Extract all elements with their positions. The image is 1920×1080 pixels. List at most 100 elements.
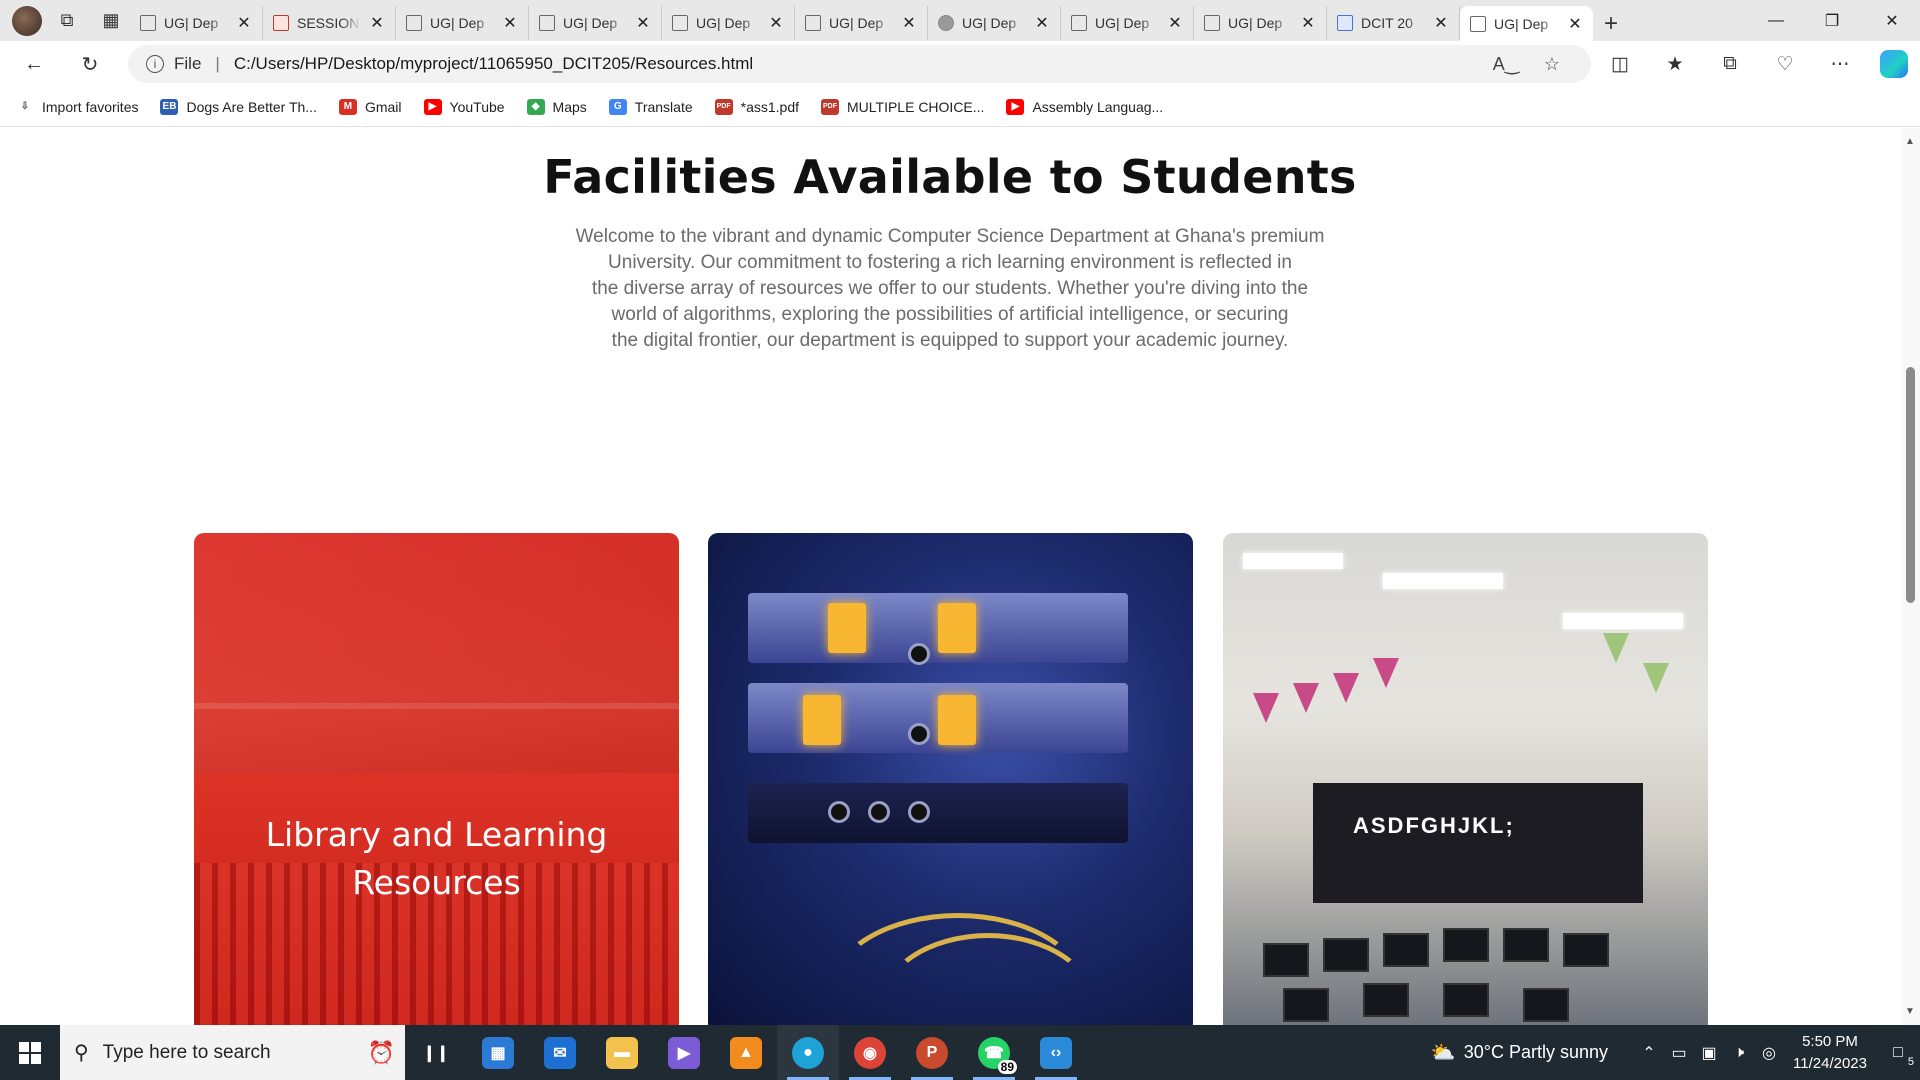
lab-monitor xyxy=(1263,943,1309,977)
minimize-button[interactable]: — xyxy=(1748,0,1804,41)
new-tab-button[interactable]: + xyxy=(1593,7,1629,41)
library-card[interactable]: Library and Learning Resources xyxy=(194,533,679,1025)
close-tab-icon[interactable]: ✕ xyxy=(236,13,252,33)
taskbar-app[interactable]: ❙❙ xyxy=(405,1025,467,1080)
close-tab-icon[interactable]: ✕ xyxy=(901,13,917,33)
url-text[interactable]: C:/Users/HP/Desktop/myproject/11065950_D… xyxy=(234,54,753,74)
favorite-item[interactable]: M Gmail xyxy=(338,98,402,115)
file-explorer-icon: ▬ xyxy=(606,1036,638,1069)
browser-tab[interactable]: DCIT 20 ✕ xyxy=(1327,6,1460,40)
scheme-label: File xyxy=(174,54,202,73)
close-tab-icon[interactable]: ✕ xyxy=(768,13,784,33)
favorite-item[interactable]: ▶ YouTube xyxy=(423,98,505,115)
taskbar-app[interactable]: ✉ xyxy=(529,1025,591,1080)
network-equipment-card[interactable] xyxy=(708,533,1193,1025)
more-menu-icon[interactable]: ⋯ xyxy=(1820,46,1860,82)
back-button[interactable]: ← xyxy=(14,46,54,82)
start-button[interactable] xyxy=(0,1025,60,1080)
meet-now-icon[interactable]: ▣ xyxy=(1694,1043,1724,1063)
taskbar-app[interactable]: P xyxy=(901,1025,963,1080)
browser-tab[interactable]: UG| Dep ✕ xyxy=(662,6,795,40)
profile-avatar[interactable] xyxy=(12,5,42,36)
close-tab-icon[interactable]: ✕ xyxy=(1034,13,1050,33)
address-bar[interactable]: i File | C:/Users/HP/Desktop/myproject/1… xyxy=(128,45,1591,83)
browser-tab[interactable]: UG| Dep ✕ xyxy=(928,6,1061,40)
browser-tab[interactable]: UG| Dep ✕ xyxy=(1460,6,1593,41)
computer-lab-card[interactable]: ASDFGHJKL; xyxy=(1223,533,1708,1025)
clipchamp-icon: ▶ xyxy=(668,1036,700,1069)
collections-icon[interactable]: ⧉ xyxy=(1710,46,1750,82)
restore-button[interactable]: ❐ xyxy=(1804,0,1860,41)
refresh-button[interactable]: ↻ xyxy=(70,46,110,82)
browser-tab[interactable]: UG| Dep ✕ xyxy=(795,6,928,40)
tab-actions-icon[interactable]: ▦ xyxy=(92,5,130,37)
scroll-down-arrow[interactable]: ▼ xyxy=(1905,1006,1915,1017)
browser-tab[interactable]: UG| Dep ✕ xyxy=(529,6,662,40)
intro-paragraph: Welcome to the vibrant and dynamic Compu… xyxy=(550,224,1350,354)
volume-icon[interactable]: 🕨 xyxy=(1724,1044,1754,1062)
copilot-button[interactable] xyxy=(1874,46,1914,82)
info-icon[interactable]: i xyxy=(146,55,164,73)
intro-line: University. Our commitment to fostering … xyxy=(608,252,1292,273)
favorite-item[interactable]: PDF MULTIPLE CHOICE... xyxy=(821,98,984,115)
tab-title: UG| Dep xyxy=(1095,15,1150,31)
taskbar-search-box[interactable]: ⚲ Type here to search ⏰ xyxy=(60,1025,405,1080)
taskbar-app[interactable]: ▦ xyxy=(467,1025,529,1080)
pennant-flag xyxy=(1293,683,1319,713)
address-separator: | xyxy=(215,54,220,73)
pennant-flag xyxy=(1333,673,1359,703)
favorite-item[interactable]: ▶ Assembly Languag... xyxy=(1006,98,1163,115)
scroll-up-arrow[interactable]: ▲ xyxy=(1905,136,1915,147)
weather-text[interactable]: 30°C Partly sunny xyxy=(1464,1042,1608,1063)
favorite-item[interactable]: EB Dogs Are Better Th... xyxy=(160,98,317,115)
browser-tab[interactable]: UG| Dep ✕ xyxy=(396,6,529,40)
windows-taskbar: ⚲ Type here to search ⏰ ❙❙ ▦ ✉ ▬ ▶ ▲ ● ◉ P ☎ 89 ‹› … xyxy=(0,1025,1920,1080)
favorite-item[interactable]: ⇩ Import favorites xyxy=(16,99,139,115)
edge-icon: ● xyxy=(792,1036,824,1069)
split-screen-icon[interactable]: ◫ xyxy=(1600,46,1640,82)
close-tab-icon[interactable]: ✕ xyxy=(1433,13,1449,33)
weather-icon[interactable]: ⛅ xyxy=(1431,1040,1456,1065)
youtube-icon: ▶ xyxy=(1006,98,1025,115)
close-window-button[interactable]: ✕ xyxy=(1864,0,1920,41)
close-tab-icon[interactable]: ✕ xyxy=(1167,13,1183,33)
close-tab-icon[interactable]: ✕ xyxy=(1567,14,1583,34)
read-aloud-icon[interactable]: A‿ xyxy=(1488,45,1524,83)
tab-title: UG| Dep xyxy=(696,15,751,31)
browser-tab[interactable]: UG| Dep ✕ xyxy=(1194,6,1327,40)
taskbar-app[interactable]: ◉ xyxy=(839,1025,901,1080)
favorites-icon[interactable]: ★ xyxy=(1655,46,1695,82)
close-tab-icon[interactable]: ✕ xyxy=(1300,13,1316,33)
notifications-icon[interactable]: □ 5 xyxy=(1876,1044,1920,1068)
taskbar-app[interactable]: ‹› xyxy=(1025,1025,1087,1080)
taskbar-app[interactable]: ▶ xyxy=(653,1025,715,1080)
favorite-item[interactable]: G Translate xyxy=(608,98,693,115)
rack-knob xyxy=(908,723,930,745)
scrollbar-thumb[interactable] xyxy=(1906,367,1915,603)
browser-tab[interactable]: UG| Dep ✕ xyxy=(1061,6,1194,40)
browser-essentials-icon[interactable]: ♡ xyxy=(1765,46,1805,82)
battery-icon[interactable]: ▭ xyxy=(1664,1043,1694,1063)
browser-tab[interactable]: UG| Dep ✕ xyxy=(130,6,263,40)
taskbar-app[interactable]: ▲ xyxy=(715,1025,777,1080)
page-viewport: Facilities Available to Students Welcome… xyxy=(0,128,1902,1025)
microsoft-store-icon: ▦ xyxy=(482,1036,514,1069)
taskbar-app[interactable]: ☎ 89 xyxy=(963,1025,1025,1080)
browser-tab[interactable]: SESSION ✕ xyxy=(263,6,396,40)
lab-monitor xyxy=(1363,983,1409,1017)
close-tab-icon[interactable]: ✕ xyxy=(635,13,651,33)
workspaces-icon[interactable]: ⧉ xyxy=(48,5,86,37)
show-hidden-icons[interactable]: ⌃ xyxy=(1634,1043,1664,1063)
doc-icon xyxy=(1337,15,1353,31)
close-tab-icon[interactable]: ✕ xyxy=(369,13,385,33)
network-icon[interactable]: ◎ xyxy=(1754,1043,1784,1063)
favorite-star-icon[interactable]: ☆ xyxy=(1534,45,1570,83)
favorite-item[interactable]: ◆ Maps xyxy=(526,98,587,115)
system-clock[interactable]: 5:50 PM 11/24/2023 xyxy=(1784,1031,1876,1075)
page-title: Facilities Available to Students xyxy=(543,150,1357,204)
favorite-item[interactable]: PDF *ass1.pdf xyxy=(714,98,799,115)
close-tab-icon[interactable]: ✕ xyxy=(502,13,518,33)
taskbar-app[interactable]: ● xyxy=(777,1025,839,1080)
rack-light xyxy=(803,695,841,745)
taskbar-app[interactable]: ▬ xyxy=(591,1025,653,1080)
